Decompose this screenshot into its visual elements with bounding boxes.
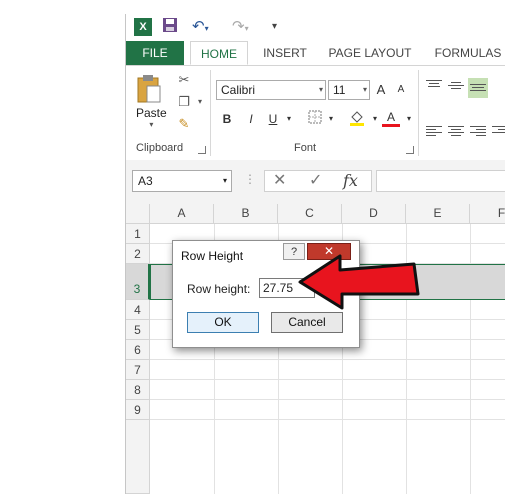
group-divider <box>418 70 419 156</box>
paste-dropdown-icon[interactable]: ▾ <box>136 120 167 129</box>
formula-bar: A3 ▾ ⋮ ✕ ✓ fx <box>126 160 505 205</box>
row-header-7[interactable]: 7 <box>126 360 150 380</box>
undo-icon[interactable]: ↶▾ <box>192 17 209 37</box>
ribbon-home: Paste ▾ ✂ ❐ ▾ ✎ Clipboard Calibri ▾ 11 ▾… <box>126 66 505 161</box>
tab-insert[interactable]: INSERT <box>256 41 314 65</box>
cut-icon[interactable]: ✂ <box>176 72 192 88</box>
tab-file[interactable]: FILE <box>126 41 184 65</box>
select-all-corner[interactable] <box>126 204 150 224</box>
formula-buttons: ✕ ✓ fx <box>264 170 372 192</box>
enter-icon[interactable]: ✓ <box>309 171 322 191</box>
red-arrow-icon <box>298 254 420 310</box>
underline-dropdown-icon[interactable]: ▾ <box>280 110 298 128</box>
copy-icon[interactable]: ❐ <box>176 94 192 110</box>
font-name-combo[interactable]: Calibri ▾ <box>216 80 326 100</box>
decrease-indent-icon[interactable] <box>492 124 505 138</box>
name-box[interactable]: A3 ▾ <box>132 170 232 192</box>
paste-label: Paste <box>136 106 167 120</box>
copy-dropdown-icon[interactable]: ▾ <box>192 94 208 110</box>
row-header-3[interactable]: 3 <box>126 264 150 300</box>
group-divider <box>210 70 211 156</box>
borders-dropdown-icon[interactable]: ▾ <box>322 110 340 128</box>
row-header-5[interactable]: 5 <box>126 320 150 340</box>
chevron-down-icon: ▾ <box>222 176 227 185</box>
fill-color-icon[interactable] <box>348 110 366 128</box>
align-left-icon[interactable] <box>426 124 442 138</box>
tab-formulas[interactable]: FORMULAS <box>430 41 505 65</box>
paste-icon[interactable] <box>136 74 162 104</box>
italic-button[interactable]: I <box>242 110 260 128</box>
row-height-label: Row height: <box>187 282 251 296</box>
redo-icon[interactable]: ↷▾ <box>232 17 249 37</box>
font-launcher-icon[interactable] <box>406 146 414 154</box>
column-header-d[interactable]: D <box>342 204 406 224</box>
row-header-1[interactable]: 1 <box>126 224 150 244</box>
row-header-8[interactable]: 8 <box>126 380 150 400</box>
dialog-title: Row Height <box>181 249 244 263</box>
insert-function-icon[interactable]: fx <box>343 171 358 191</box>
excel-logo-icon: X <box>134 18 152 36</box>
table-row[interactable] <box>150 400 505 420</box>
chevron-down-icon: ▾ <box>362 85 367 94</box>
clipboard-group-label: Clipboard <box>136 142 184 154</box>
column-header-c[interactable]: C <box>278 204 342 224</box>
cancel-button[interactable]: Cancel <box>271 312 343 333</box>
name-box-value: A3 <box>138 174 153 188</box>
customize-qat-icon[interactable]: ▾ <box>272 17 277 37</box>
font-size-value: 11 <box>333 83 346 97</box>
formula-input[interactable] <box>376 170 505 192</box>
font-color-dropdown-icon[interactable]: ▾ <box>400 110 418 128</box>
row-header-6[interactable]: 6 <box>126 340 150 360</box>
more-options-icon[interactable]: ⋮ <box>244 172 256 186</box>
column-header-a[interactable]: A <box>150 204 214 224</box>
format-painter-icon[interactable]: ✎ <box>176 116 192 132</box>
row-header-empty <box>126 420 150 494</box>
chevron-down-icon: ▾ <box>318 85 323 94</box>
column-header-f[interactable]: F <box>470 204 505 224</box>
middle-align-icon[interactable] <box>448 80 464 94</box>
table-row[interactable] <box>150 380 505 400</box>
paste-button[interactable]: Paste ▾ <box>136 106 167 129</box>
ribbon-tabs: FILE HOME INSERT PAGE LAYOUT FORMULAS <box>126 41 505 66</box>
clipboard-launcher-icon[interactable] <box>198 146 206 154</box>
table-row[interactable] <box>150 360 505 380</box>
quick-access-toolbar: X ↶▾ ↷▾ ▾ <box>126 14 505 41</box>
tab-page-layout[interactable]: PAGE LAYOUT <box>322 41 418 65</box>
bold-button[interactable]: B <box>218 110 236 128</box>
font-name-value: Calibri <box>221 83 256 97</box>
top-align-icon[interactable] <box>426 78 442 92</box>
font-color-icon[interactable]: A <box>382 110 400 127</box>
align-right-icon[interactable] <box>470 124 486 138</box>
row-header-4[interactable]: 4 <box>126 300 150 320</box>
font-group-label: Font <box>294 142 317 154</box>
grow-font-icon[interactable]: A <box>372 81 390 99</box>
tab-home[interactable]: HOME <box>190 41 248 65</box>
row-header-9[interactable]: 9 <box>126 400 150 420</box>
ok-button[interactable]: OK <box>187 312 259 333</box>
bottom-align-icon[interactable] <box>468 78 488 98</box>
font-size-combo[interactable]: 11 ▾ <box>328 80 370 100</box>
row-header-2[interactable]: 2 <box>126 244 150 264</box>
column-header-b[interactable]: B <box>214 204 278 224</box>
column-header-e[interactable]: E <box>406 204 470 224</box>
cancel-icon[interactable]: ✕ <box>273 171 286 191</box>
align-center-icon[interactable] <box>448 124 464 138</box>
save-icon[interactable] <box>162 17 178 37</box>
shrink-font-icon[interactable]: A <box>392 81 410 99</box>
